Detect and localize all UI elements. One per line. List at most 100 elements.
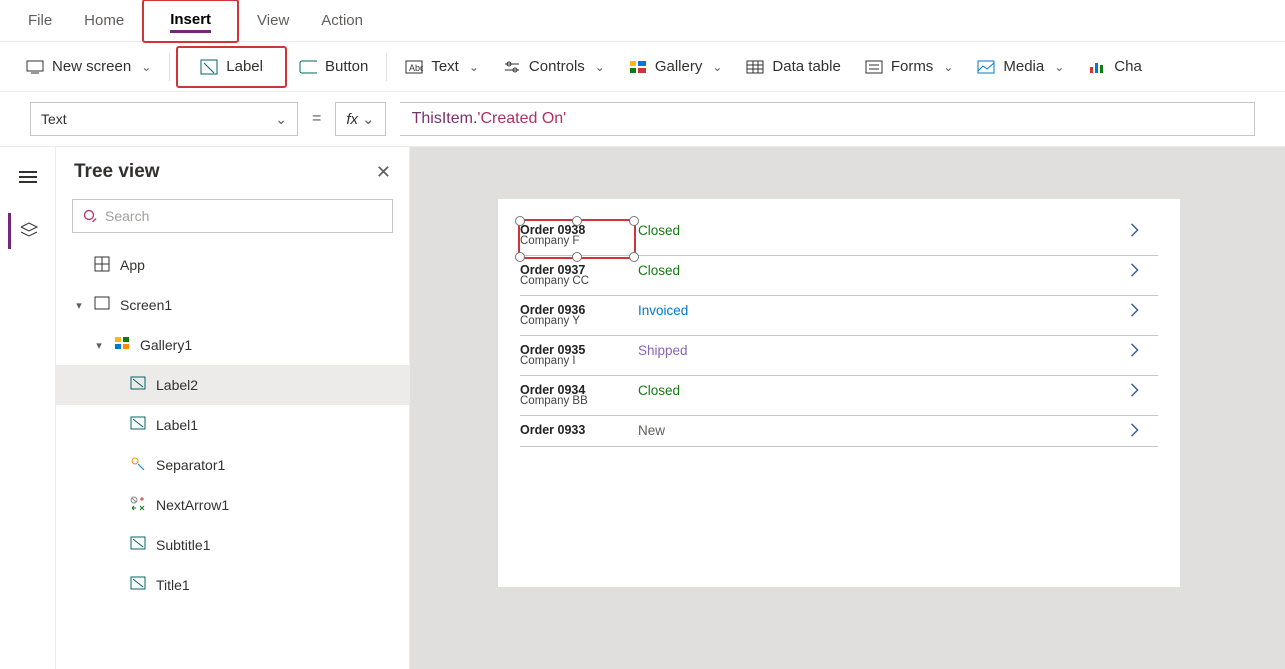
gallery-row[interactable]: Order 0933New: [520, 416, 1158, 447]
layers-icon: [19, 222, 39, 240]
search-icon: [83, 209, 97, 223]
screen-icon: [26, 58, 44, 76]
chevron-down-icon: [710, 58, 722, 75]
screen-icon: [94, 296, 112, 314]
new-screen-label: New screen: [52, 58, 131, 75]
label-icon: [130, 376, 148, 394]
charts-button[interactable]: Cha: [1076, 52, 1154, 82]
menu-view[interactable]: View: [243, 6, 303, 35]
tree-node-gallery1[interactable]: ▾ Gallery1: [56, 325, 409, 365]
data-table-button-label: Data table: [772, 58, 840, 75]
gallery-row[interactable]: Order 0934Company BBClosed: [520, 376, 1158, 416]
fx-label: fx: [346, 111, 358, 128]
canvas[interactable]: Order 0938Company FClosedOrder 0937Compa…: [410, 147, 1285, 669]
formula-token-property: 'Created On': [477, 110, 566, 128]
hamburger-icon: [19, 171, 37, 183]
formula-input[interactable]: ThisItem.'Created On': [400, 102, 1255, 136]
menu-insert-label: Insert: [170, 11, 211, 28]
forms-button-label: Forms: [891, 58, 934, 75]
order-subtitle: Company Y: [520, 315, 638, 327]
data-table-button[interactable]: Data table: [734, 52, 852, 82]
gallery-row-text: Order 0936Company Y: [520, 303, 638, 327]
rail-hamburger[interactable]: [8, 159, 48, 195]
rail-tree-view[interactable]: [8, 213, 48, 249]
tree-list: App ▾ Screen1 ▾ Gallery1 Label2 Label1: [56, 245, 409, 669]
chevron-right-icon[interactable]: [1128, 303, 1158, 317]
highlight-insert: Insert: [142, 0, 239, 43]
tree-view-panel: Tree view ✕ Search App ▾ Screen1 ▾ Galle…: [56, 147, 410, 669]
tree-node-separator1[interactable]: Separator1: [56, 445, 409, 485]
tree-node-app[interactable]: App: [56, 245, 409, 285]
text-icon: Abc: [405, 58, 423, 76]
tree-node-label1[interactable]: Label1: [56, 405, 409, 445]
menu-home[interactable]: Home: [70, 6, 138, 35]
status-label: Closed: [638, 223, 1128, 238]
gallery-row-text: Order 0934Company BB: [520, 383, 638, 407]
order-subtitle: Company CC: [520, 275, 638, 287]
caret-icon: ▾: [92, 339, 106, 352]
button-button-label: Button: [325, 58, 368, 75]
tree-node-label: Label2: [156, 377, 198, 393]
forms-button[interactable]: Forms: [853, 52, 966, 82]
chevron-right-icon[interactable]: [1128, 223, 1158, 237]
app-icon: [94, 256, 112, 274]
controls-button[interactable]: Controls: [491, 52, 617, 82]
chevron-right-icon[interactable]: [1128, 263, 1158, 277]
chevron-right-icon[interactable]: [1128, 423, 1158, 437]
chevron-down-icon: [941, 58, 953, 75]
property-selector[interactable]: Text ⌄: [30, 102, 298, 136]
status-label: Closed: [638, 263, 1128, 278]
order-subtitle: Company BB: [520, 395, 638, 407]
button-button[interactable]: Button: [287, 52, 380, 82]
tree-node-screen1[interactable]: ▾ Screen1: [56, 285, 409, 325]
new-screen-button[interactable]: New screen: [14, 52, 163, 82]
status-label: Closed: [638, 383, 1128, 398]
media-button[interactable]: Media: [965, 52, 1076, 82]
equals-label: =: [312, 110, 321, 128]
gallery-button-label: Gallery: [655, 58, 703, 75]
tree-node-label: Screen1: [120, 297, 172, 313]
gallery-row-text: Order 0937Company CC: [520, 263, 638, 287]
charts-button-label: Cha: [1114, 58, 1142, 75]
tree-node-label: Separator1: [156, 457, 225, 473]
tree-node-nextarrow1[interactable]: NextArrow1: [56, 485, 409, 525]
gallery-row[interactable]: Order 0938Company FClosed: [520, 219, 1158, 256]
gallery-row[interactable]: Order 0935Company IShipped: [520, 336, 1158, 376]
search-placeholder: Search: [105, 208, 149, 224]
close-icon[interactable]: ✕: [376, 162, 391, 183]
media-button-label: Media: [1003, 58, 1044, 75]
search-input[interactable]: Search: [72, 199, 393, 233]
tree-node-label: Label1: [156, 417, 198, 433]
chevron-down-icon: ⌄: [275, 111, 287, 128]
left-rail: [0, 147, 56, 669]
menu-insert[interactable]: Insert: [156, 5, 225, 39]
gallery-row[interactable]: Order 0937Company CCClosed: [520, 256, 1158, 296]
tree-node-label2[interactable]: Label2: [56, 365, 409, 405]
gallery-row-text: Order 0933: [520, 423, 638, 435]
gallery-row-text: Order 0935Company I: [520, 343, 638, 367]
tree-view-title: Tree view: [74, 161, 160, 183]
chevron-down-icon: [467, 58, 479, 75]
nextarrow-icon: [130, 496, 148, 514]
chevron-right-icon[interactable]: [1128, 343, 1158, 357]
menu-action[interactable]: Action: [307, 6, 377, 35]
chevron-right-icon[interactable]: [1128, 383, 1158, 397]
gallery-button[interactable]: Gallery: [617, 52, 735, 82]
text-button[interactable]: Abc Text: [393, 52, 491, 82]
fx-button[interactable]: fx ⌄: [335, 102, 385, 136]
gallery-row[interactable]: Order 0936Company YInvoiced: [520, 296, 1158, 336]
caret-icon: ▾: [72, 299, 86, 312]
label-button[interactable]: Label: [188, 52, 275, 82]
menu-file[interactable]: File: [14, 6, 66, 35]
tree-view-header: Tree view ✕: [56, 147, 409, 193]
separator-icon: [130, 456, 148, 474]
label-icon: [130, 416, 148, 434]
controls-icon: [503, 58, 521, 76]
tree-node-title1[interactable]: Title1: [56, 565, 409, 605]
app-preview[interactable]: Order 0938Company FClosedOrder 0937Compa…: [498, 199, 1180, 587]
gallery-preview[interactable]: Order 0938Company FClosedOrder 0937Compa…: [498, 199, 1180, 447]
active-tab-underline: [170, 30, 211, 33]
property-selector-value: Text: [41, 111, 67, 127]
order-title: Order 0933: [520, 423, 638, 437]
tree-node-subtitle1[interactable]: Subtitle1: [56, 525, 409, 565]
